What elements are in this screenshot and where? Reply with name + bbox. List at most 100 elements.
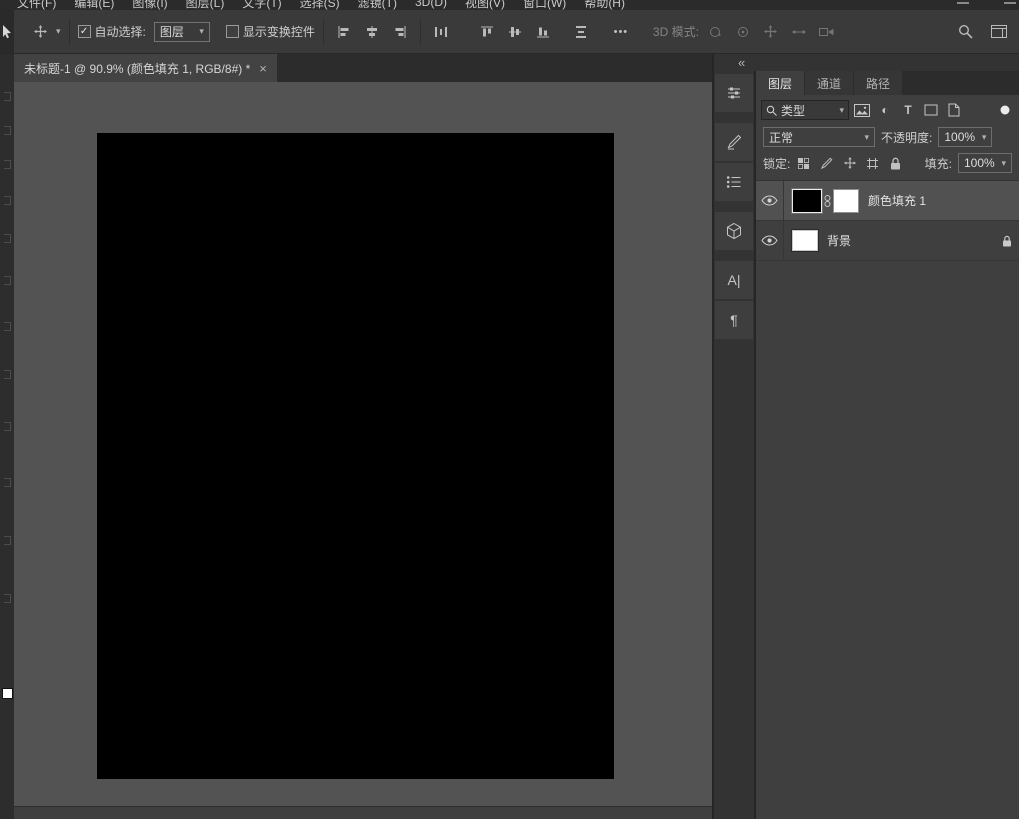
- chevron-down-icon: ▾: [56, 27, 61, 36]
- menu-filter[interactable]: 滤镜(T): [349, 0, 406, 10]
- tool-icon-partial[interactable]: [4, 594, 11, 603]
- lock-position-icon[interactable]: [840, 154, 859, 172]
- tab-channels[interactable]: 通道: [805, 71, 853, 95]
- auto-select-group: ✓ 自动选择: 图层 ▾: [78, 22, 210, 42]
- menu-window[interactable]: 窗口(W): [514, 0, 575, 10]
- lock-image-pixels-icon[interactable]: [817, 154, 836, 172]
- tool-icon-partial[interactable]: [4, 126, 11, 135]
- fill-layer-thumbnail[interactable]: [792, 189, 822, 213]
- lock-all-icon[interactable]: [886, 154, 905, 172]
- tab-paths[interactable]: 路径: [854, 71, 902, 95]
- window-control[interactable]: [957, 2, 969, 4]
- clone-source-panel-icon[interactable]: [715, 163, 753, 201]
- tool-icon-partial[interactable]: [4, 536, 11, 545]
- filter-type-layers-icon[interactable]: T: [898, 101, 918, 120]
- menu-file[interactable]: 文件(F): [8, 0, 65, 10]
- character-panel-icon[interactable]: A|: [715, 261, 753, 299]
- lock-label: 锁定:: [763, 155, 790, 172]
- document-tab-title: 未标题-1 @ 90.9% (颜色填充 1, RGB/8#) *: [24, 60, 250, 77]
- 3d-panel-icon[interactable]: [715, 212, 753, 250]
- tool-preset-picker[interactable]: ▾: [28, 21, 61, 43]
- background-layer-thumbnail[interactable]: [792, 230, 818, 251]
- align-top-edges-icon[interactable]: [475, 21, 499, 43]
- tool-icon-partial[interactable]: [4, 370, 11, 379]
- auto-select-target-dropdown[interactable]: 图层 ▾: [154, 22, 210, 42]
- tool-icon-partial[interactable]: [4, 276, 11, 285]
- show-transform-label: 显示变换控件: [243, 23, 315, 40]
- close-icon[interactable]: ×: [259, 62, 267, 75]
- background-lock-icon[interactable]: [1002, 235, 1012, 247]
- tool-icon-partial[interactable]: [4, 478, 11, 487]
- menu-select[interactable]: 选择(S): [291, 0, 349, 10]
- chevron-down-icon: ▾: [199, 27, 204, 36]
- tool-icon-partial[interactable]: [4, 160, 11, 169]
- collapsed-panels-rail: A| ¶: [714, 71, 754, 819]
- search-icon: [766, 105, 777, 116]
- align-left-edges-icon[interactable]: [332, 21, 356, 43]
- move-tool-icon: [28, 21, 52, 43]
- menu-view[interactable]: 视图(V): [456, 0, 514, 10]
- paragraph-panel-icon[interactable]: ¶: [715, 301, 753, 339]
- align-horizontal-centers-icon[interactable]: [360, 21, 384, 43]
- document-tab[interactable]: 未标题-1 @ 90.9% (颜色填充 1, RGB/8#) * ×: [14, 54, 277, 82]
- pasteboard: [14, 82, 712, 819]
- foreground-color-swatch[interactable]: [2, 688, 13, 699]
- layer-name[interactable]: 颜色填充 1: [868, 192, 926, 209]
- blend-row: 正常 ▾ 不透明度: 100% ▾: [756, 124, 1019, 150]
- layer-name[interactable]: 背景: [827, 232, 851, 249]
- 3d-pan-icon: [759, 21, 783, 43]
- filter-switch-icon[interactable]: [996, 104, 1014, 116]
- layer-visibility-eye-icon[interactable]: [756, 181, 784, 220]
- layer-visibility-eye-icon[interactable]: [756, 221, 784, 260]
- align-right-edges-icon[interactable]: [388, 21, 412, 43]
- menu-image[interactable]: 图像(I): [123, 0, 176, 10]
- search-icon[interactable]: [953, 21, 977, 43]
- collapse-panels-icon[interactable]: «: [738, 56, 745, 69]
- show-transform-checkbox[interactable]: [226, 25, 239, 38]
- lock-artboard-icon[interactable]: [863, 154, 882, 172]
- menu-3d[interactable]: 3D(D): [406, 0, 456, 9]
- mask-link-icon[interactable]: [824, 194, 831, 208]
- tool-icon-partial[interactable]: [4, 234, 11, 243]
- more-options-button[interactable]: •••: [609, 21, 633, 43]
- auto-select-checkbox[interactable]: ✓: [78, 25, 91, 38]
- layer-row-color-fill[interactable]: 颜色填充 1: [756, 181, 1019, 221]
- auto-select-label: 自动选择:: [95, 23, 146, 40]
- filter-pixel-layers-icon[interactable]: [852, 101, 872, 120]
- layer-mask-thumbnail[interactable]: [833, 189, 859, 213]
- menu-type[interactable]: 文字(T): [233, 0, 290, 10]
- tab-layers[interactable]: 图层: [756, 71, 804, 95]
- window-control[interactable]: [1004, 2, 1016, 4]
- workspace-switcher-icon[interactable]: [987, 21, 1011, 43]
- 3d-mode-label: 3D 模式:: [653, 23, 699, 40]
- fill-value-dropdown[interactable]: 100% ▾: [958, 153, 1012, 173]
- lock-transparent-pixels-icon[interactable]: [794, 154, 813, 172]
- menu-edit[interactable]: 编辑(E): [65, 0, 123, 10]
- active-tool-well[interactable]: [0, 10, 14, 53]
- tool-icon-partial[interactable]: [4, 322, 11, 331]
- distribute-horizontal-icon[interactable]: [429, 21, 453, 43]
- layer-filter-row: 类型 ▾ ◐ T: [756, 95, 1019, 124]
- layers-list: 颜色填充 1 背景: [756, 180, 1019, 819]
- blend-mode-dropdown[interactable]: 正常 ▾: [763, 127, 875, 147]
- tool-icon-partial[interactable]: [4, 196, 11, 205]
- distribute-vertical-icon[interactable]: [569, 21, 593, 43]
- filter-shape-layers-icon[interactable]: [921, 101, 941, 120]
- 3d-camera-icon: [815, 21, 839, 43]
- filter-adjustment-layers-icon[interactable]: ◐: [875, 101, 895, 120]
- align-vertical-centers-icon[interactable]: [503, 21, 527, 43]
- document-canvas[interactable]: [97, 133, 614, 779]
- filter-type-dropdown[interactable]: 类型 ▾: [761, 100, 849, 120]
- menu-help[interactable]: 帮助(H): [575, 0, 634, 10]
- opacity-value-dropdown[interactable]: 100% ▾: [938, 127, 992, 147]
- properties-panel-icon[interactable]: [715, 74, 753, 112]
- chevron-down-icon: ▾: [839, 106, 844, 115]
- filter-smart-objects-icon[interactable]: [944, 101, 964, 120]
- menu-layer[interactable]: 图层(L): [177, 0, 234, 10]
- options-bar: ▾ ✓ 自动选择: 图层 ▾ 显示变换控件: [0, 10, 1019, 54]
- tool-icon-partial[interactable]: [4, 422, 11, 431]
- align-bottom-edges-icon[interactable]: [531, 21, 555, 43]
- tool-icon-partial[interactable]: [4, 92, 11, 101]
- brush-settings-panel-icon[interactable]: [715, 123, 753, 161]
- layer-row-background[interactable]: 背景: [756, 221, 1019, 261]
